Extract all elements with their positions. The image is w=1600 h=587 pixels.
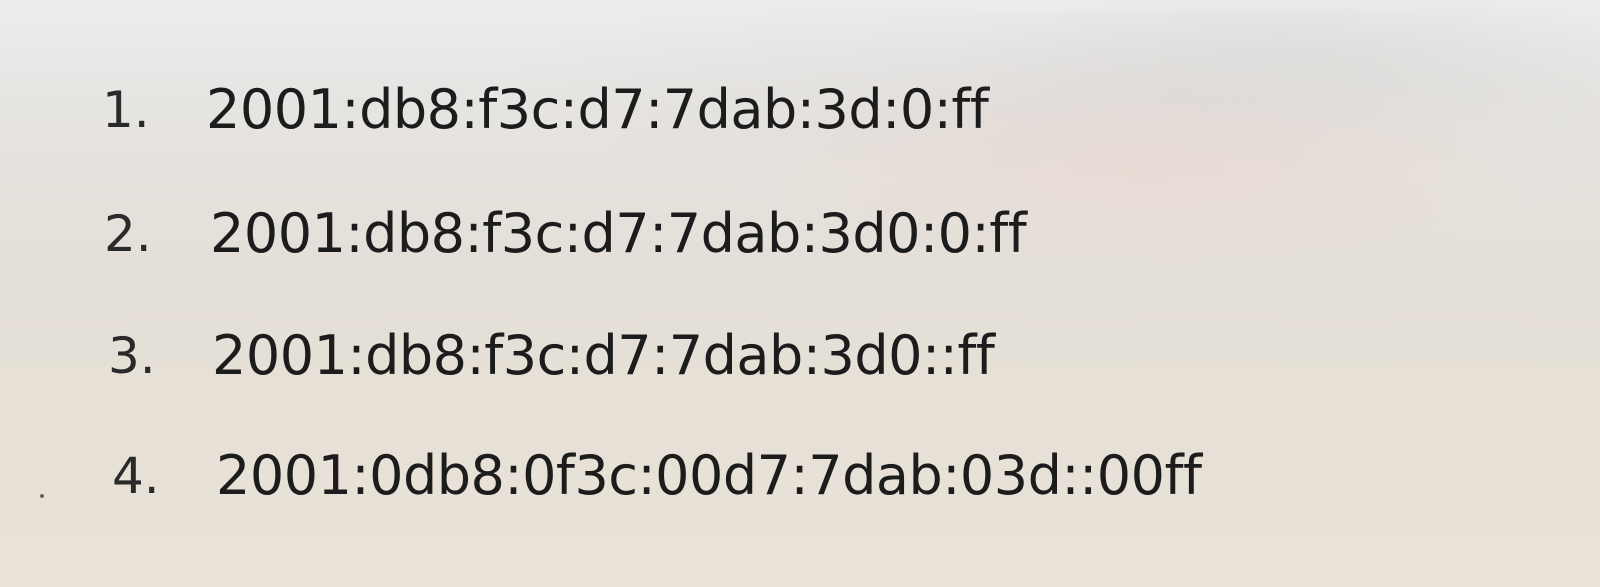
ipv6-address: 2001:db8:f3c:d7:7dab:3d:0:ff — [206, 78, 989, 141]
ipv6-address: 2001:db8:f3c:d7:7dab:3d0::ff — [212, 324, 995, 387]
paper-speck — [40, 494, 44, 498]
option-number: 3. — [108, 327, 156, 385]
ipv6-address: 2001:0db8:0f3c:00d7:7dab:03d::00ff — [216, 444, 1202, 507]
option-number: 1. — [102, 81, 150, 139]
option-number: 2. — [104, 205, 152, 263]
option-number: 4. — [112, 447, 160, 505]
printed-page: 1. 2001:db8:f3c:d7:7dab:3d:0:ff 2. 2001:… — [0, 0, 1600, 587]
ipv6-address: 2001:db8:f3c:d7:7dab:3d0:0:ff — [210, 202, 1027, 265]
